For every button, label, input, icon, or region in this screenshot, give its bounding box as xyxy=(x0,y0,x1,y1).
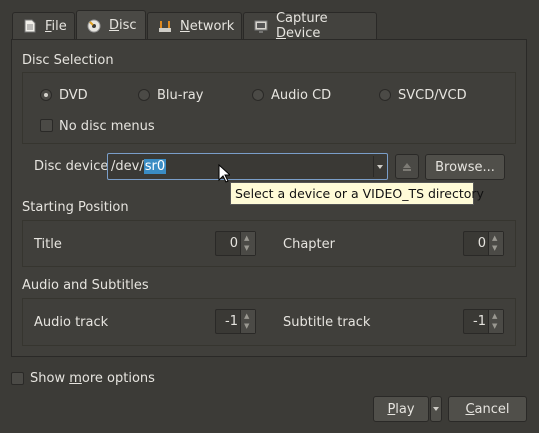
cancel-label: ancel xyxy=(474,401,510,417)
title-spinbox[interactable]: 0 ▲ ▼ xyxy=(215,231,256,256)
disc-device-value-prefix: /dev/ xyxy=(111,159,144,174)
disc-device-value-selection: sr0 xyxy=(143,159,167,174)
spin-down-icon[interactable]: ▼ xyxy=(492,322,497,330)
radio-dvd-indicator[interactable] xyxy=(40,89,52,101)
audio-track-label: Audio track xyxy=(34,315,109,330)
eject-icon xyxy=(403,162,411,171)
browse-button[interactable]: Browse... xyxy=(425,154,505,180)
tab-disc[interactable]: Disc xyxy=(76,10,146,40)
no-disc-menus-box[interactable] xyxy=(40,119,53,132)
starting-position-group xyxy=(22,220,516,267)
cancel-hotkey: C xyxy=(465,401,475,417)
tab-capture-prefix: Capture xyxy=(275,11,328,26)
tab-disc-label: isc xyxy=(119,18,137,33)
tab-disc-hotkey: D xyxy=(109,18,120,33)
spin-up-icon[interactable]: ▲ xyxy=(492,312,497,320)
disc-selection-title: Disc Selection xyxy=(22,53,114,68)
title-value[interactable]: 0 xyxy=(230,236,238,251)
tab-file-label: ile xyxy=(51,18,67,34)
file-icon xyxy=(24,19,36,33)
audio-spin-arrows[interactable]: ▲ ▼ xyxy=(240,310,255,333)
no-disc-menus-label: No disc menus xyxy=(59,119,155,134)
tab-file[interactable]: File xyxy=(12,12,75,39)
spin-up-icon[interactable]: ▲ xyxy=(244,312,249,320)
radio-dvd-label: DVD xyxy=(59,88,88,103)
network-icon xyxy=(159,21,171,32)
subtitle-track-value[interactable]: -1 xyxy=(473,314,486,329)
chapter-label: Chapter xyxy=(283,237,335,252)
chevron-down-icon xyxy=(433,407,439,411)
audio-track-spinbox[interactable]: -1 ▲ ▼ xyxy=(215,309,256,334)
radio-bluray-indicator[interactable] xyxy=(138,89,150,101)
eject-button[interactable] xyxy=(395,154,419,179)
disc-device-value[interactable]: /dev/sr0 xyxy=(111,159,167,174)
subtitle-track-spinbox[interactable]: -1 ▲ ▼ xyxy=(463,309,504,334)
show-more-options-label: Show more options xyxy=(30,371,155,386)
mouse-cursor-icon xyxy=(218,164,230,183)
show-more-options-prefix: Show xyxy=(30,371,70,386)
radio-audio-cd-indicator[interactable] xyxy=(252,89,264,101)
starting-position-title: Starting Position xyxy=(22,200,129,215)
spin-up-icon[interactable]: ▲ xyxy=(244,234,249,242)
play-button[interactable]: Play xyxy=(373,396,429,422)
show-more-options-box[interactable] xyxy=(11,372,24,385)
show-more-options-hotkey: m xyxy=(69,371,82,386)
disc-device-label: Disc device xyxy=(34,159,109,174)
subtitle-spin-arrows[interactable]: ▲ ▼ xyxy=(488,310,503,333)
audio-subtitles-title: Audio and Subtitles xyxy=(22,278,149,293)
radio-svcd-vcd-indicator[interactable] xyxy=(379,89,391,101)
chapter-spin-arrows[interactable]: ▲ ▼ xyxy=(488,232,503,255)
radio-bluray-label: Blu-ray xyxy=(157,88,204,103)
play-options-dropdown[interactable] xyxy=(430,396,442,422)
tab-network-label: etwork xyxy=(189,18,235,34)
disc-icon xyxy=(87,19,101,32)
play-label: lay xyxy=(395,401,415,417)
spin-down-icon[interactable]: ▼ xyxy=(244,244,249,252)
chevron-down-icon[interactable] xyxy=(374,163,386,171)
tab-network[interactable]: Network xyxy=(147,12,242,39)
tab-network-hotkey: N xyxy=(180,18,190,34)
spin-down-icon[interactable]: ▼ xyxy=(492,244,497,252)
chapter-value[interactable]: 0 xyxy=(478,236,486,251)
chapter-spinbox[interactable]: 0 ▲ ▼ xyxy=(463,231,504,256)
capture-device-icon xyxy=(254,20,268,33)
radio-svcd-vcd-label: SVCD/VCD xyxy=(398,88,467,103)
audio-track-value[interactable]: -1 xyxy=(225,314,238,329)
show-more-options-rest: ore options xyxy=(81,371,155,386)
title-label: Title xyxy=(34,237,62,252)
disc-device-tooltip: Select a device or a VIDEO_TS directory xyxy=(230,182,484,205)
spin-down-icon[interactable]: ▼ xyxy=(244,322,249,330)
disc-device-combobox[interactable]: /dev/sr0 xyxy=(107,153,388,180)
title-spin-arrows[interactable]: ▲ ▼ xyxy=(240,232,255,255)
radio-audio-cd-label: Audio CD xyxy=(271,88,332,103)
tab-capture-device[interactable]: Capture Device xyxy=(243,11,377,41)
subtitle-track-label: Subtitle track xyxy=(283,315,371,330)
cancel-button[interactable]: Cancel xyxy=(448,396,527,422)
spin-up-icon[interactable]: ▲ xyxy=(492,234,497,242)
